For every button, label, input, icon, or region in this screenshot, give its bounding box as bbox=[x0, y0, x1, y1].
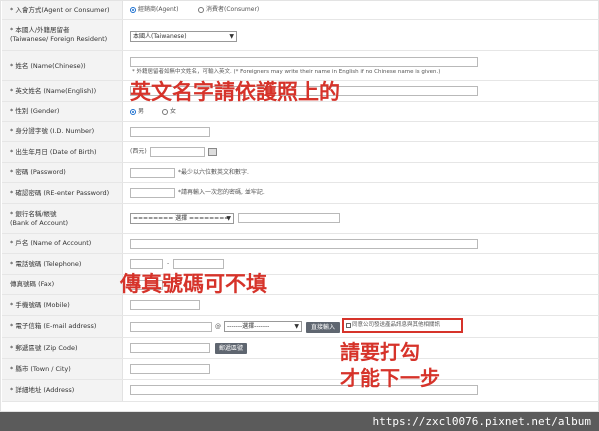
account-name-input[interactable] bbox=[130, 239, 478, 249]
bank-account-input[interactable] bbox=[238, 213, 340, 223]
repassword-label: * 確認密碼 (RE-enter Password) bbox=[10, 189, 110, 197]
annotation-fax-optional: 傳真號碼可不填 bbox=[120, 271, 267, 296]
label-cell: * 電話號碼 (Telephone) bbox=[2, 254, 123, 274]
row-id: * 身分證字號 (I.D. Number) bbox=[2, 122, 599, 142]
id-input[interactable] bbox=[130, 127, 210, 137]
label-cell: * 密碼 (Password) bbox=[2, 163, 123, 182]
email-label: * 電子信箱 (E-mail address) bbox=[10, 322, 97, 330]
row-zip: * 郵遞區號 (Zip Code) 郵遞區號 bbox=[2, 338, 599, 359]
bank-label: * 銀行名稱/帳號 bbox=[10, 210, 57, 218]
row-fax: 傳真號碼 (Fax) bbox=[2, 275, 599, 295]
label-cell: * 本國人/外籍居留者 (Taiwanese/ Foreign Resident… bbox=[2, 20, 123, 50]
row-address: * 詳細地址 (Address) bbox=[2, 380, 599, 402]
identity-label: * 入會方式(Agent or Consumer) bbox=[10, 6, 110, 14]
label-cell: * 姓名 (Name(Chinese)) bbox=[2, 51, 123, 80]
label-cell: * 銀行名稱/帳號 (Bank of Account) bbox=[2, 204, 123, 233]
nationality-select[interactable]: 本國人(Taiwanese) ▼ bbox=[130, 31, 237, 42]
chevron-down-icon: ▼ bbox=[294, 323, 299, 330]
mobile-input[interactable] bbox=[130, 300, 200, 310]
agree-checkbox[interactable] bbox=[346, 323, 351, 328]
consumer-label: 消費者(Consumer) bbox=[206, 6, 260, 13]
label-cell: * 詳細地址 (Address) bbox=[2, 380, 123, 401]
password-hint: *最少以六位數英文和數字. bbox=[178, 169, 249, 176]
chevron-down-icon: ▼ bbox=[226, 215, 231, 222]
label-cell: * 確認密碼 (RE-enter Password) bbox=[2, 183, 123, 203]
mobile-label: * 手機號碼 (Mobile) bbox=[10, 301, 70, 309]
calendar-icon[interactable] bbox=[208, 148, 217, 156]
row-repassword: * 確認密碼 (RE-enter Password) *請再輸入一次您的密碼, … bbox=[2, 183, 599, 204]
bank-label-en: (Bank of Account) bbox=[10, 219, 69, 227]
repassword-hint: *請再輸入一次您的密碼, 並牢記. bbox=[178, 189, 265, 196]
male-radio[interactable] bbox=[130, 109, 136, 115]
dob-input[interactable] bbox=[150, 147, 205, 157]
agent-radio[interactable] bbox=[130, 7, 136, 13]
nationality-label-en: (Taiwanese/ Foreign Resident) bbox=[10, 35, 108, 43]
zip-label: * 郵遞區號 (Zip Code) bbox=[10, 344, 78, 352]
label-cell: * 身分證字號 (I.D. Number) bbox=[2, 122, 123, 141]
row-town: * 縣市 (Town / City) bbox=[2, 359, 599, 380]
row-identity: * 入會方式(Agent or Consumer) 經銷商(Agent) 消費者… bbox=[2, 1, 599, 20]
female-radio[interactable] bbox=[162, 109, 168, 115]
password-input[interactable] bbox=[130, 168, 175, 178]
label-cell: 傳真號碼 (Fax) bbox=[2, 275, 123, 294]
name-input[interactable] bbox=[130, 57, 478, 67]
male-label: 男 bbox=[138, 108, 145, 115]
row-mobile: * 手機號碼 (Mobile) bbox=[2, 295, 599, 316]
row-telephone: * 電話號碼 (Telephone) - bbox=[2, 254, 599, 275]
label-cell: * 入會方式(Agent or Consumer) bbox=[2, 1, 123, 19]
row-account-name: * 戶名 (Name of Account) bbox=[2, 234, 599, 254]
watermark-url: https://zxcl0076.pixnet.net/album bbox=[372, 415, 591, 428]
zip-lookup-button[interactable]: 郵遞區號 bbox=[215, 343, 247, 354]
bank-select[interactable]: ======== 選擇 ======== ▼ bbox=[130, 213, 234, 224]
direct-input-button[interactable]: 直接輸入 bbox=[306, 322, 340, 333]
label-cell: * 戶名 (Name of Account) bbox=[2, 234, 123, 253]
agree-label: 同意公司發送產品訊息與其他相關訊 bbox=[352, 322, 441, 328]
annotation-english-name: 英文名字請依護照上的 bbox=[130, 79, 340, 104]
telephone-separator: - bbox=[167, 260, 170, 267]
dob-prefix: (西元) bbox=[130, 148, 147, 155]
label-cell: * 英文姓名 (Name(English)) bbox=[2, 81, 123, 101]
row-email: * 電子信箱 (E-mail address) @ -------選擇-----… bbox=[2, 316, 599, 338]
zip-input[interactable] bbox=[130, 343, 210, 353]
name-label: * 姓名 (Name(Chinese)) bbox=[10, 62, 86, 70]
row-dob: * 出生年月日 (Date of Birth) (西元) bbox=[2, 142, 599, 163]
nationality-label: * 本國人/外籍居留者 bbox=[10, 26, 70, 34]
annotation-next-step: 才能下一步 bbox=[340, 366, 440, 390]
ename-label: * 英文姓名 (Name(English)) bbox=[10, 87, 97, 95]
fax-label: 傳真號碼 (Fax) bbox=[10, 280, 55, 288]
female-label: 女 bbox=[170, 108, 177, 115]
consumer-radio[interactable] bbox=[198, 7, 204, 13]
chevron-down-icon: ▼ bbox=[229, 33, 234, 40]
row-password: * 密碼 (Password) *最少以六位數英文和數字. bbox=[2, 163, 599, 183]
watermark-bar: https://zxcl0076.pixnet.net/album bbox=[0, 412, 599, 431]
row-nationality: * 本國人/外籍居留者 (Taiwanese/ Foreign Resident… bbox=[2, 20, 599, 51]
repassword-input[interactable] bbox=[130, 188, 175, 198]
label-cell: * 縣市 (Town / City) bbox=[2, 359, 123, 379]
annotation-check-required: 請要打勾 bbox=[340, 340, 420, 364]
account-name-label: * 戶名 (Name of Account) bbox=[10, 239, 92, 247]
at-sign: @ bbox=[215, 323, 221, 330]
registration-form: * 入會方式(Agent or Consumer) 經銷商(Agent) 消費者… bbox=[0, 0, 599, 412]
label-cell: * 郵遞區號 (Zip Code) bbox=[2, 338, 123, 358]
label-cell: * 性別 (Gender) bbox=[2, 102, 123, 121]
email-domain-select[interactable]: -------選擇------- ▼ bbox=[224, 321, 302, 332]
town-label: * 縣市 (Town / City) bbox=[10, 365, 71, 373]
telephone-label: * 電話號碼 (Telephone) bbox=[10, 260, 82, 268]
label-cell: * 電子信箱 (E-mail address) bbox=[2, 316, 123, 337]
row-bank: * 銀行名稱/帳號 (Bank of Account) ======== 選擇 … bbox=[2, 204, 599, 234]
gender-label: * 性別 (Gender) bbox=[10, 107, 60, 115]
dob-label: * 出生年月日 (Date of Birth) bbox=[10, 148, 97, 156]
label-cell: * 出生年月日 (Date of Birth) bbox=[2, 142, 123, 162]
password-label: * 密碼 (Password) bbox=[10, 168, 66, 176]
agent-label: 經銷商(Agent) bbox=[138, 6, 179, 13]
email-user-input[interactable] bbox=[130, 322, 212, 332]
id-label: * 身分證字號 (I.D. Number) bbox=[10, 127, 95, 135]
address-label: * 詳細地址 (Address) bbox=[10, 386, 75, 394]
town-input[interactable] bbox=[130, 364, 210, 374]
label-cell: * 手機號碼 (Mobile) bbox=[2, 295, 123, 315]
name-hint: * 外籍居留者如無中文姓名，可輸入英文. (* Foreigners may w… bbox=[132, 69, 441, 75]
